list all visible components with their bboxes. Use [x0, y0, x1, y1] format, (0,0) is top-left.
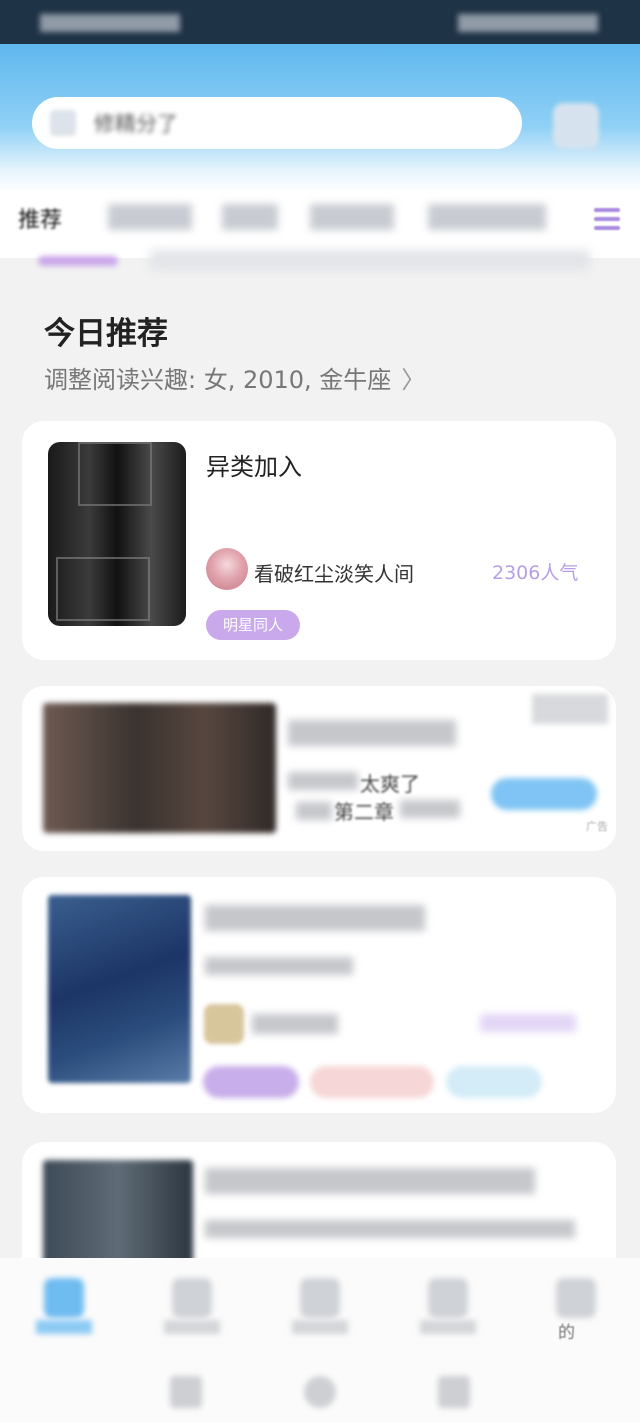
- genre-tag[interactable]: [446, 1066, 542, 1098]
- sub-tabs: [150, 250, 590, 270]
- status-left: [40, 14, 180, 32]
- author-avatar: [206, 548, 248, 590]
- ad-image[interactable]: [43, 703, 276, 833]
- nav-bookstore[interactable]: [22, 1268, 106, 1338]
- book-title[interactable]: [205, 905, 425, 931]
- recent-icon[interactable]: [438, 1376, 470, 1408]
- book-cover[interactable]: [48, 895, 191, 1083]
- search-placeholder: 修精分了: [94, 112, 178, 136]
- ad-title: [288, 720, 456, 746]
- ad-text-blur-3: [400, 800, 460, 818]
- nav-mine[interactable]: [534, 1268, 618, 1338]
- nav-item-2[interactable]: [150, 1268, 234, 1338]
- ad-line1: 太爽了: [360, 772, 420, 796]
- popularity-count: [480, 1014, 576, 1032]
- book-intro: [205, 957, 353, 975]
- nav-item-3[interactable]: [278, 1268, 362, 1338]
- ad-text-blur-2: [296, 802, 332, 820]
- nav-label: [36, 1320, 92, 1334]
- nav-icon: [428, 1278, 468, 1318]
- genre-tag[interactable]: [310, 1066, 434, 1098]
- tab-3[interactable]: [222, 204, 278, 230]
- popularity-count: 2306人气: [492, 562, 579, 584]
- book-title[interactable]: 异类加入: [206, 447, 302, 482]
- status-bar: [0, 0, 640, 44]
- ad-action-button[interactable]: [491, 778, 597, 810]
- mine-icon: [556, 1278, 596, 1318]
- author-name: 看破红尘淡笑人间: [254, 562, 414, 586]
- status-right: [458, 14, 598, 32]
- ad-close-button[interactable]: [532, 694, 608, 724]
- book-cover[interactable]: [48, 442, 186, 626]
- bookstore-icon: [44, 1278, 84, 1318]
- interest-link[interactable]: 调整阅读兴趣: 女, 2010, 金牛座 〉: [44, 360, 425, 395]
- search-icon: [50, 110, 76, 136]
- genre-tag[interactable]: 明星同人: [206, 610, 301, 640]
- author-name: [252, 1014, 338, 1034]
- genre-tag[interactable]: [203, 1066, 299, 1098]
- nav-label: [420, 1320, 476, 1334]
- scan-button[interactable]: [553, 103, 599, 149]
- ad-text-blur: [288, 772, 358, 790]
- nav-icon: [172, 1278, 212, 1318]
- search-input[interactable]: 修精分了: [32, 97, 522, 149]
- tab-5[interactable]: [428, 204, 546, 230]
- tab-4[interactable]: [310, 204, 394, 230]
- back-icon[interactable]: [170, 1376, 202, 1408]
- nav-item-4[interactable]: [406, 1268, 490, 1338]
- tab-active-indicator: [38, 256, 118, 266]
- nav-label: [164, 1320, 220, 1334]
- home-icon[interactable]: [304, 1376, 336, 1408]
- ad-label: 广告: [586, 820, 608, 833]
- tab-2[interactable]: [108, 204, 192, 230]
- book-cover[interactable]: [43, 1160, 193, 1270]
- tab-menu-icon[interactable]: [594, 208, 620, 234]
- section-title: 今日推荐: [44, 316, 168, 352]
- chevron-right-icon: 〉: [401, 366, 426, 394]
- nav-icon: [300, 1278, 340, 1318]
- book-intro: [205, 1220, 575, 1238]
- tab-recommend[interactable]: 推荐: [18, 202, 62, 234]
- book-title[interactable]: [205, 1168, 535, 1194]
- author-avatar: [204, 1004, 244, 1044]
- ad-line2: 第二章: [334, 800, 394, 824]
- nav-label: [292, 1320, 348, 1334]
- interest-label: 调整阅读兴趣: 女, 2010, 金牛座: [44, 366, 392, 394]
- nav-mine-label: 的: [558, 1323, 575, 1343]
